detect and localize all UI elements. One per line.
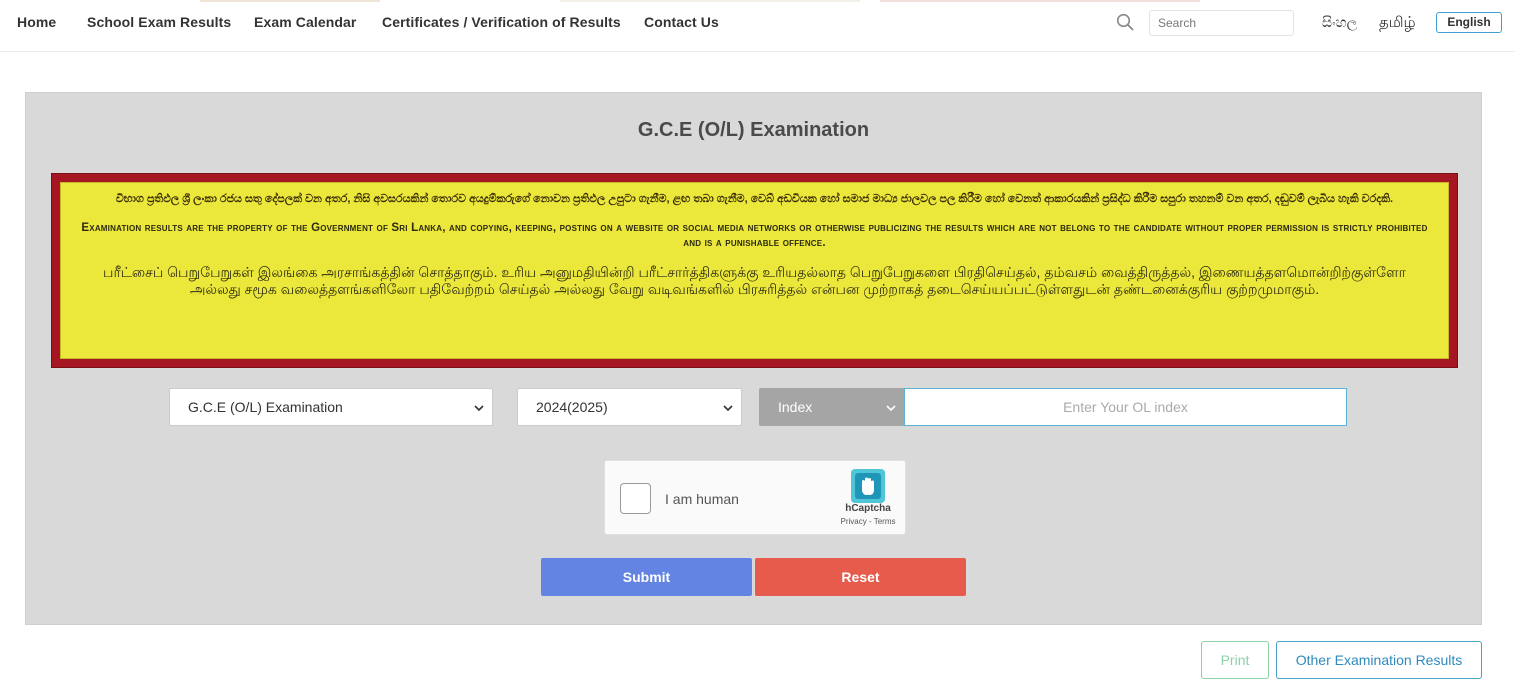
- exam-select[interactable]: G.C.E (O/L) Examination: [169, 388, 493, 426]
- index-number-input[interactable]: [904, 388, 1347, 426]
- submit-button[interactable]: Submit: [541, 558, 752, 596]
- year-select-value: 2024(2025): [536, 399, 608, 415]
- lang-tamil-link[interactable]: தமிழ்: [1379, 14, 1416, 33]
- chevron-down-icon: [886, 405, 896, 412]
- chevron-down-icon: [474, 405, 484, 412]
- search-input[interactable]: [1149, 10, 1294, 36]
- copyright-notice-body: විභාග ප්‍රතිඵල ශ්‍රී ලංකා රජය සතු දේපලක්…: [60, 182, 1449, 359]
- year-select[interactable]: 2024(2025): [517, 388, 742, 426]
- hcaptcha-widget: I am human hCaptcha Privacy - Terms: [604, 460, 906, 535]
- header-accent-strip: [200, 0, 380, 2]
- nav-item-exam-calendar[interactable]: Exam Calendar: [254, 14, 356, 30]
- hcaptcha-logo-icon: [851, 469, 885, 503]
- chevron-down-icon: [723, 405, 733, 412]
- notice-tamil: பரீட்சைப் பெறுபேறுகள் இலங்கை அரசாங்கத்தி…: [103, 264, 1406, 297]
- nav-item-certificates[interactable]: Certificates / Verification of Results: [382, 14, 621, 30]
- header-accent-strip: [560, 0, 860, 2]
- notice-english: Examination results are the property of …: [81, 222, 1428, 249]
- nav-item-home[interactable]: Home: [17, 14, 56, 30]
- nav-item-contact-us[interactable]: Contact Us: [644, 14, 719, 30]
- lang-sinhala-link[interactable]: සිංහල: [1322, 14, 1357, 31]
- captcha-terms-link[interactable]: Privacy - Terms: [835, 517, 901, 526]
- lang-english-button[interactable]: English: [1436, 12, 1502, 33]
- page-title: G.C.E (O/L) Examination: [637, 119, 870, 141]
- header-accent-strip: [880, 0, 1200, 2]
- exam-select-value: G.C.E (O/L) Examination: [188, 399, 343, 415]
- top-navbar: Home School Exam Results Exam Calendar C…: [0, 0, 1515, 52]
- exam-results-panel: G.C.E (O/L) Examination විභාග ප්‍රතිඵල ශ…: [25, 92, 1482, 625]
- search-type-value: Index: [778, 399, 813, 415]
- search-type-select[interactable]: Index: [759, 388, 905, 426]
- nav-item-school-exam-results[interactable]: School Exam Results: [87, 14, 231, 30]
- reset-button[interactable]: Reset: [755, 558, 966, 596]
- captcha-checkbox[interactable]: [620, 483, 651, 514]
- notice-sinhala: විභාග ප්‍රතිඵල ශ්‍රී ලංකා රජය සතු දේපලක්…: [115, 193, 1394, 205]
- search-icon[interactable]: [1116, 13, 1134, 31]
- captcha-label: I am human: [665, 491, 739, 507]
- other-results-button[interactable]: Other Examination Results: [1276, 641, 1482, 679]
- captcha-brand: hCaptcha: [845, 503, 891, 514]
- copyright-notice: විභාග ප්‍රතිඵල ශ්‍රී ලංකා රජය සතු දේපලක්…: [51, 173, 1458, 368]
- print-button[interactable]: Print: [1201, 641, 1269, 679]
